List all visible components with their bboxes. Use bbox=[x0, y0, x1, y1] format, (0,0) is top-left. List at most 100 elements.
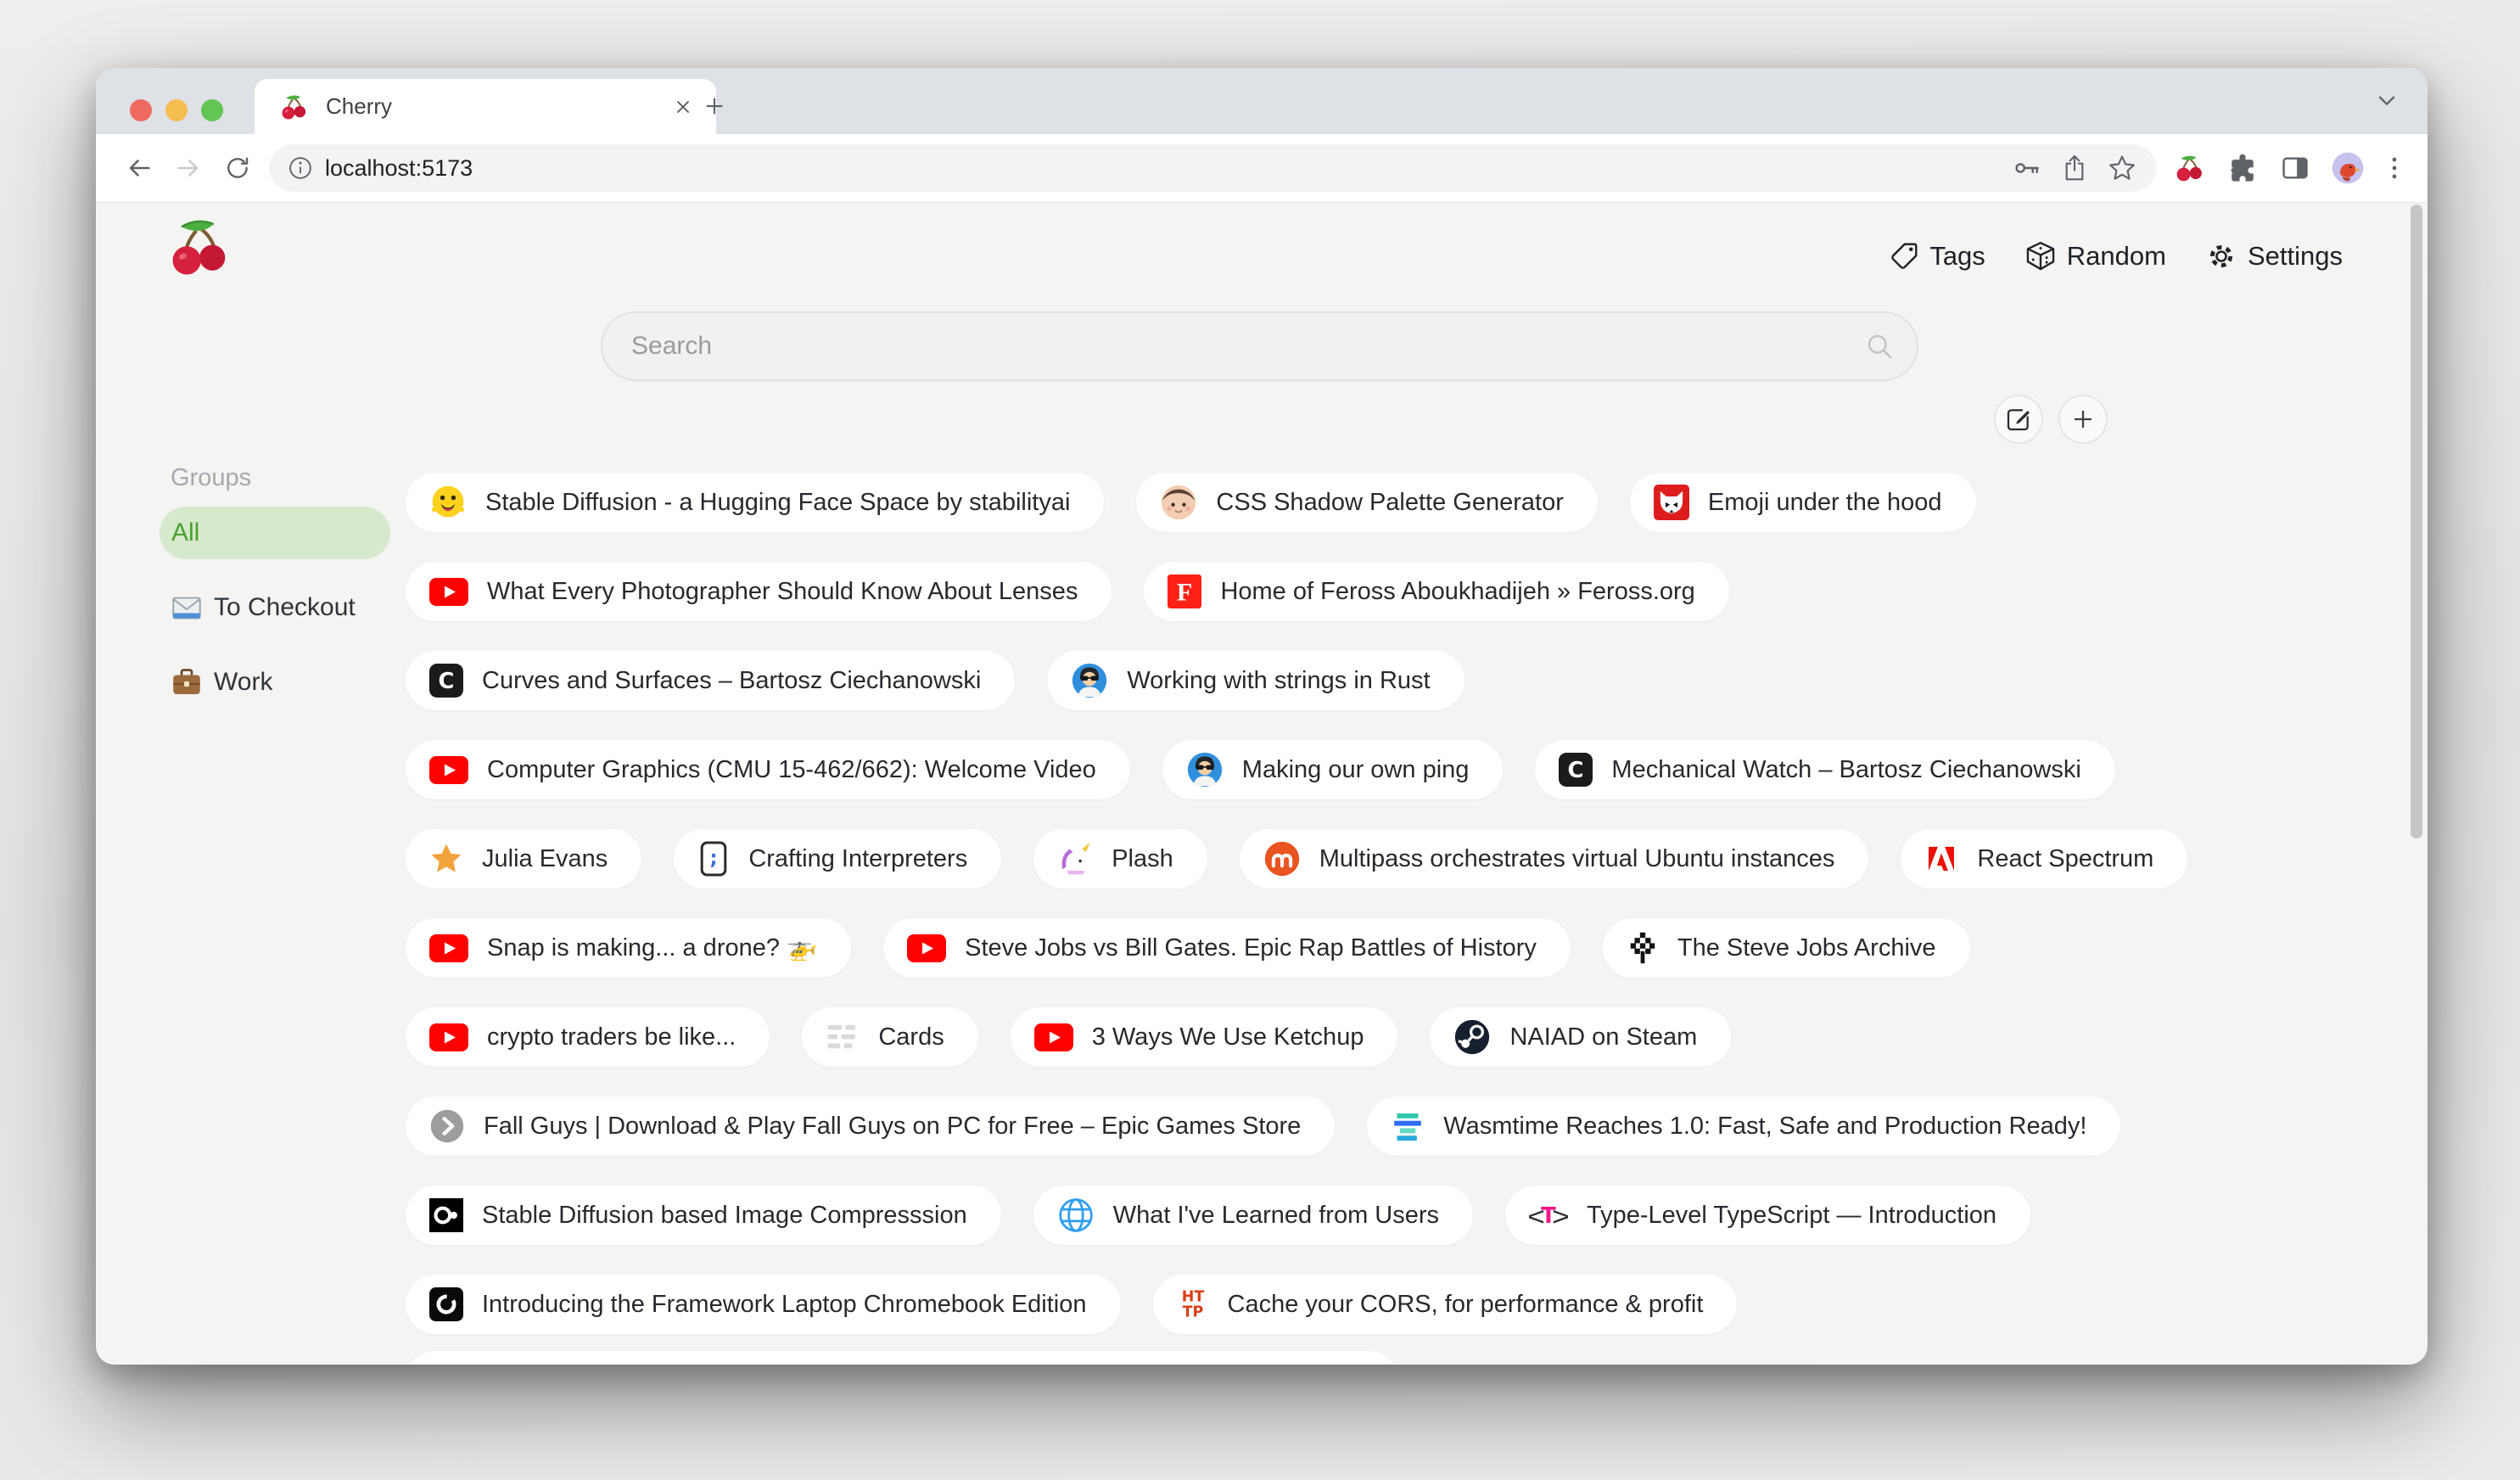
bookmark-pill[interactable]: Julia Evans bbox=[406, 829, 641, 889]
reload-button[interactable] bbox=[213, 143, 262, 193]
extensions-puzzle-icon[interactable] bbox=[2222, 143, 2263, 193]
tab-cherry[interactable]: Cherry bbox=[255, 79, 716, 134]
bookmark-pill[interactable]: Working with strings in Rust bbox=[1047, 651, 1464, 710]
bookmark-label: Home of Feross Aboukhadijeh » Feross.org bbox=[1220, 578, 1694, 606]
bookmark-row bbox=[406, 1351, 2187, 1365]
tab-search-chevron-icon[interactable] bbox=[2373, 87, 2400, 114]
group-label: All bbox=[171, 519, 199, 547]
bookmark-label: Emoji under the hood bbox=[1708, 489, 1942, 517]
httptoolkit-icon: HTTP bbox=[1177, 1287, 1209, 1321]
close-window-button[interactable] bbox=[130, 99, 152, 121]
bookmark-label: The Steve Jobs Archive bbox=[1677, 934, 1936, 962]
bookmark-pill[interactable]: Stable Diffusion based Image Compresssio… bbox=[406, 1186, 1001, 1245]
bookmark-pill[interactable]: What Every Photographer Should Know Abou… bbox=[406, 562, 1112, 621]
nav-tags[interactable]: Tags bbox=[1889, 241, 1985, 272]
bookmark-label: Fall Guys | Download & Play Fall Guys on… bbox=[484, 1113, 1301, 1141]
bookmark-label: Cache your CORS, for performance & profi… bbox=[1228, 1291, 1704, 1319]
svg-text:;: ; bbox=[710, 847, 718, 870]
bookmark-row: What Every Photographer Should Know Abou… bbox=[406, 562, 2187, 621]
bookmark-pill[interactable]: CCurves and Surfaces – Bartosz Ciechanow… bbox=[406, 651, 1015, 710]
bookmark-pill[interactable]: Computer Graphics (CMU 15-462/662): Welc… bbox=[406, 740, 1130, 799]
bookmark-pill[interactable]: Wasmtime Reaches 1.0: Fast, Safe and Pro… bbox=[1367, 1096, 2120, 1156]
bookmark-row: Fall Guys | Download & Play Fall Guys on… bbox=[406, 1096, 2187, 1156]
bookmark-pill[interactable]: F Home of Feross Aboukhadijeh » Feross.or… bbox=[1144, 562, 1728, 621]
bookmark-label: Steve Jobs vs Bill Gates. Epic Rap Battl… bbox=[965, 934, 1537, 962]
bookmark-label: Cards bbox=[878, 1023, 944, 1051]
tab-strip: Cherry bbox=[96, 68, 2428, 134]
bookmark-grid: Stable Diffusion - a Hugging Face Space … bbox=[406, 473, 2187, 1365]
scrollbar-thumb[interactable] bbox=[2411, 205, 2422, 838]
header-nav: Tags Random Settings bbox=[1889, 240, 2343, 272]
bookmark-label: NAIAD on Steam bbox=[1509, 1023, 1697, 1051]
sidebar-item-work[interactable]: Work bbox=[160, 656, 390, 709]
bookmark-pill[interactable]: Fall Guys | Download & Play Fall Guys on… bbox=[406, 1096, 1335, 1156]
profile-avatar[interactable] bbox=[2327, 143, 2368, 193]
forward-button[interactable] bbox=[164, 143, 213, 193]
bookmark-pill[interactable]: NAIAD on Steam bbox=[1430, 1007, 1731, 1067]
bookmark-pill[interactable]: Snap is making... a drone? 🚁 bbox=[406, 918, 851, 978]
svg-text:C: C bbox=[1568, 758, 1584, 783]
new-tab-button[interactable] bbox=[690, 81, 739, 131]
fox-badge-icon bbox=[1654, 485, 1689, 520]
bookmark-pill[interactable]: C Mechanical Watch – Bartosz Ciechanowski bbox=[1535, 740, 2114, 799]
site-info-icon[interactable] bbox=[288, 155, 313, 181]
person-avatar-icon bbox=[1160, 484, 1197, 521]
cherry-extension-icon[interactable] bbox=[2170, 143, 2210, 193]
bookmark-label: Mechanical Watch – Bartosz Ciechanowski bbox=[1611, 756, 2080, 784]
bookmark-pill[interactable]: ;Crafting Interpreters bbox=[674, 829, 1001, 889]
zoom-window-button[interactable] bbox=[201, 99, 223, 121]
svg-text:>: > bbox=[1551, 1202, 1568, 1231]
add-bookmark-button[interactable] bbox=[2058, 395, 2108, 444]
feross-f-icon: F bbox=[1168, 575, 1201, 608]
bookmark-pill[interactable]: <T>Type-Level TypeScript — Introduction bbox=[1505, 1186, 2030, 1245]
svg-text:F: F bbox=[1177, 578, 1192, 606]
side-panel-icon[interactable] bbox=[2275, 143, 2316, 193]
nav-settings[interactable]: Settings bbox=[2205, 240, 2343, 272]
browser-menu-kebab-icon[interactable] bbox=[2380, 143, 2409, 193]
bartosz-c-icon: C bbox=[429, 664, 463, 698]
bookmark-pill[interactable]: Plash bbox=[1033, 829, 1207, 889]
bookmark-pill[interactable]: Cards bbox=[802, 1007, 977, 1067]
bookmark-star-icon[interactable] bbox=[2102, 148, 2142, 188]
search-bar[interactable] bbox=[601, 311, 1918, 381]
bookmark-label: Making our own ping bbox=[1242, 756, 1470, 784]
cherry-logo-icon bbox=[168, 215, 232, 279]
bookmark-row: Julia Evans ;Crafting Interpreters Plash Mu… bbox=[406, 829, 2187, 889]
tab-title: Cherry bbox=[326, 93, 655, 120]
bookmark-pill[interactable]: HTTP Cache your CORS, for performance & p… bbox=[1153, 1275, 1738, 1334]
steam-icon bbox=[1453, 1018, 1491, 1056]
bookmark-pill[interactable]: Steve Jobs vs Bill Gates. Epic Rap Battl… bbox=[883, 918, 1571, 978]
address-bar[interactable]: localhost:5173 bbox=[269, 144, 2156, 192]
share-icon[interactable] bbox=[2054, 148, 2095, 188]
bookmark-pill[interactable]: Stable Diffusion - a Hugging Face Space … bbox=[406, 473, 1104, 532]
bookmark-label: Stable Diffusion - a Hugging Face Space … bbox=[485, 489, 1070, 517]
search-input[interactable] bbox=[602, 332, 1864, 361]
globe-icon bbox=[1057, 1197, 1095, 1234]
bookmark-pill[interactable] bbox=[406, 1351, 1398, 1365]
group-label: To Checkout bbox=[214, 593, 356, 622]
bookmark-label: Stable Diffusion based Image Compresssio… bbox=[482, 1202, 967, 1230]
bookmark-label: Introducing the Framework Laptop Chromeb… bbox=[482, 1291, 1087, 1319]
nav-random[interactable]: Random bbox=[2024, 240, 2166, 272]
group-label: Work bbox=[214, 668, 272, 697]
hugging-face-icon bbox=[429, 484, 467, 521]
typescript-t-icon: <T> bbox=[1529, 1198, 1568, 1232]
bookmark-pill[interactable]: CSS Shadow Palette Generator bbox=[1136, 473, 1597, 532]
minimize-window-button[interactable] bbox=[165, 99, 188, 121]
bookmark-pill[interactable]: Multipass orchestrates virtual Ubuntu in… bbox=[1240, 829, 1869, 889]
bookmark-pill[interactable]: crypto traders be like... bbox=[406, 1007, 770, 1067]
bookmark-pill[interactable]: The Steve Jobs Archive bbox=[1603, 918, 1970, 978]
password-key-icon[interactable] bbox=[2007, 148, 2047, 188]
sidebar-item-to-checkout[interactable]: To Checkout bbox=[160, 581, 390, 634]
back-button[interactable] bbox=[115, 143, 164, 193]
bookmark-pill[interactable]: 3 Ways We Use Ketchup bbox=[1011, 1007, 1398, 1067]
bookmark-pill[interactable]: Introducing the Framework Laptop Chromeb… bbox=[406, 1275, 1121, 1334]
bookmark-pill[interactable]: React Spectrum bbox=[1901, 829, 2187, 889]
edit-bookmarks-button[interactable] bbox=[1994, 395, 2043, 444]
bookmark-pill[interactable]: Making our own ping bbox=[1162, 740, 1504, 799]
sidebar-item-all[interactable]: All bbox=[160, 507, 390, 559]
bookmark-pill[interactable]: Emoji under the hood bbox=[1630, 473, 1976, 532]
address-url[interactable]: localhost:5173 bbox=[325, 155, 1995, 182]
bookmark-pill[interactable]: What I've Learned from Users bbox=[1033, 1186, 1473, 1245]
cherry-favicon-icon bbox=[280, 92, 309, 121]
